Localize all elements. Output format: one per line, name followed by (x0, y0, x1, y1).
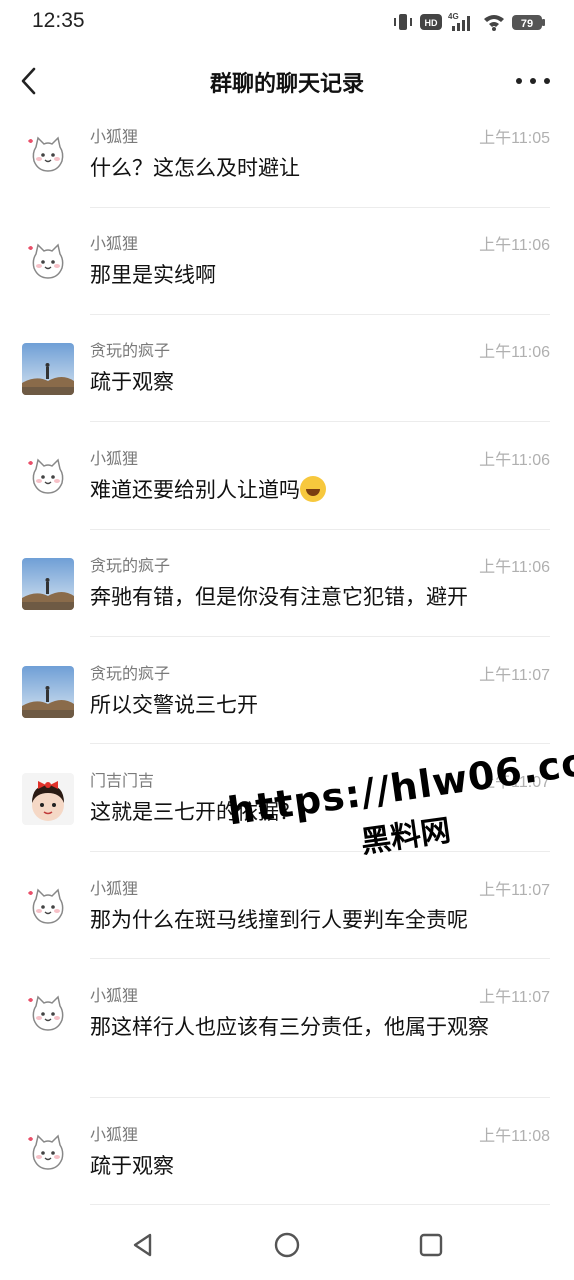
message-time: 上午11:08 (479, 1128, 550, 1145)
more-dot-icon (516, 78, 522, 84)
message-text: 什么？这怎么及时避让 (90, 152, 540, 184)
svg-text:79: 79 (521, 18, 533, 30)
avatar[interactable] (22, 988, 74, 1040)
nav-back-button[interactable] (128, 1230, 158, 1260)
message-text-content: 那为什么在斑马线撞到行人要判车全责呢 (90, 908, 468, 932)
more-options-button[interactable] (516, 68, 550, 94)
wifi-icon (484, 15, 504, 31)
triangle-back-icon (133, 1233, 152, 1257)
status-icons: HD 4G 79 (392, 10, 546, 34)
status-bar: 12:35 HD 4G 79 (0, 0, 574, 46)
avatar[interactable] (22, 666, 74, 718)
sender-name: 小狐狸 (90, 1125, 139, 1144)
page-title: 群聊的聊天记录 (209, 72, 364, 97)
divider (90, 1204, 550, 1205)
svg-text:HD: HD (425, 18, 438, 28)
sender-name: 小狐狸 (90, 879, 139, 898)
message-text-content: 所以交警说三七开 (90, 693, 258, 717)
divider (90, 421, 550, 422)
message-text: 疏于观察 (90, 366, 540, 398)
avatar[interactable] (22, 236, 74, 288)
message-text-content: 那里是实线啊 (90, 263, 216, 287)
message-text-content: 奔驰有错，但是你没有注意它犯错，避开 (90, 585, 468, 609)
vibrate-icon (394, 14, 412, 30)
more-dot-icon (530, 78, 536, 84)
sender-name: 小狐狸 (90, 449, 139, 468)
avatar[interactable] (22, 773, 74, 825)
nav-recents-button[interactable] (416, 1230, 446, 1260)
avatar[interactable] (22, 881, 74, 933)
divider (90, 636, 550, 637)
status-time: 12:35 (32, 9, 85, 32)
message-text-content: 疏于观察 (90, 370, 174, 394)
divider (90, 743, 550, 744)
square-recents-icon (419, 1233, 443, 1257)
message-time: 上午11:07 (479, 882, 550, 899)
signal-icon: 4G (448, 12, 470, 31)
message-text: 那里是实线啊 (90, 259, 540, 291)
divider (90, 314, 550, 315)
hd-icon: HD (420, 14, 442, 30)
message-time: 上午11:07 (479, 989, 550, 1006)
divider (90, 529, 550, 530)
message-text-content: 什么？这怎么及时避让 (90, 156, 300, 180)
sender-name: 贪玩的疯子 (90, 664, 171, 683)
sender-name: 门吉门吉 (90, 771, 155, 790)
laughing-emoji-icon (300, 476, 326, 502)
sender-name: 贪玩的疯子 (90, 556, 171, 575)
svg-text:4G: 4G (448, 12, 459, 21)
message-text: 所以交警说三七开 (90, 689, 540, 721)
message-time: 上午11:05 (479, 130, 550, 147)
message-time: 上午11:06 (479, 559, 550, 576)
divider (90, 958, 550, 959)
more-dot-icon (544, 78, 550, 84)
message-time: 上午11:06 (479, 452, 550, 469)
avatar[interactable] (22, 1127, 74, 1179)
sender-name: 小狐狸 (90, 127, 139, 146)
message-text: 那这样行人也应该有三分责任，他属于观察 (90, 1011, 540, 1043)
message-text-content: 那这样行人也应该有三分责任，他属于观察 (90, 1015, 489, 1039)
divider (90, 1097, 550, 1098)
divider (90, 207, 550, 208)
message-text: 奔驰有错，但是你没有注意它犯错，避开 (90, 581, 540, 613)
message-text: 难道还要给别人让道吗 (90, 474, 540, 506)
avatar[interactable] (22, 343, 74, 395)
sender-name: 小狐狸 (90, 986, 139, 1005)
avatar[interactable] (22, 129, 74, 181)
message-time: 上午11:06 (479, 344, 550, 361)
message-text-content: 疏于观察 (90, 1154, 174, 1178)
avatar[interactable] (22, 451, 74, 503)
sender-name: 贪玩的疯子 (90, 341, 171, 360)
message-text: 那为什么在斑马线撞到行人要判车全责呢 (90, 904, 540, 936)
watermark: https://hlw06.com 黑料网 (225, 734, 574, 889)
message-text: 疏于观察 (90, 1150, 540, 1182)
nav-home-button[interactable] (272, 1230, 302, 1260)
system-navigation-bar (0, 1210, 574, 1280)
header: 群聊的聊天记录 (0, 46, 574, 118)
sender-name: 小狐狸 (90, 234, 139, 253)
avatar[interactable] (22, 558, 74, 610)
message-text-content: 难道还要给别人让道吗 (90, 478, 300, 502)
circle-home-icon (274, 1232, 300, 1258)
message-time: 上午11:07 (479, 667, 550, 684)
message-time: 上午11:06 (479, 237, 550, 254)
battery-icon: 79 (512, 15, 545, 30)
